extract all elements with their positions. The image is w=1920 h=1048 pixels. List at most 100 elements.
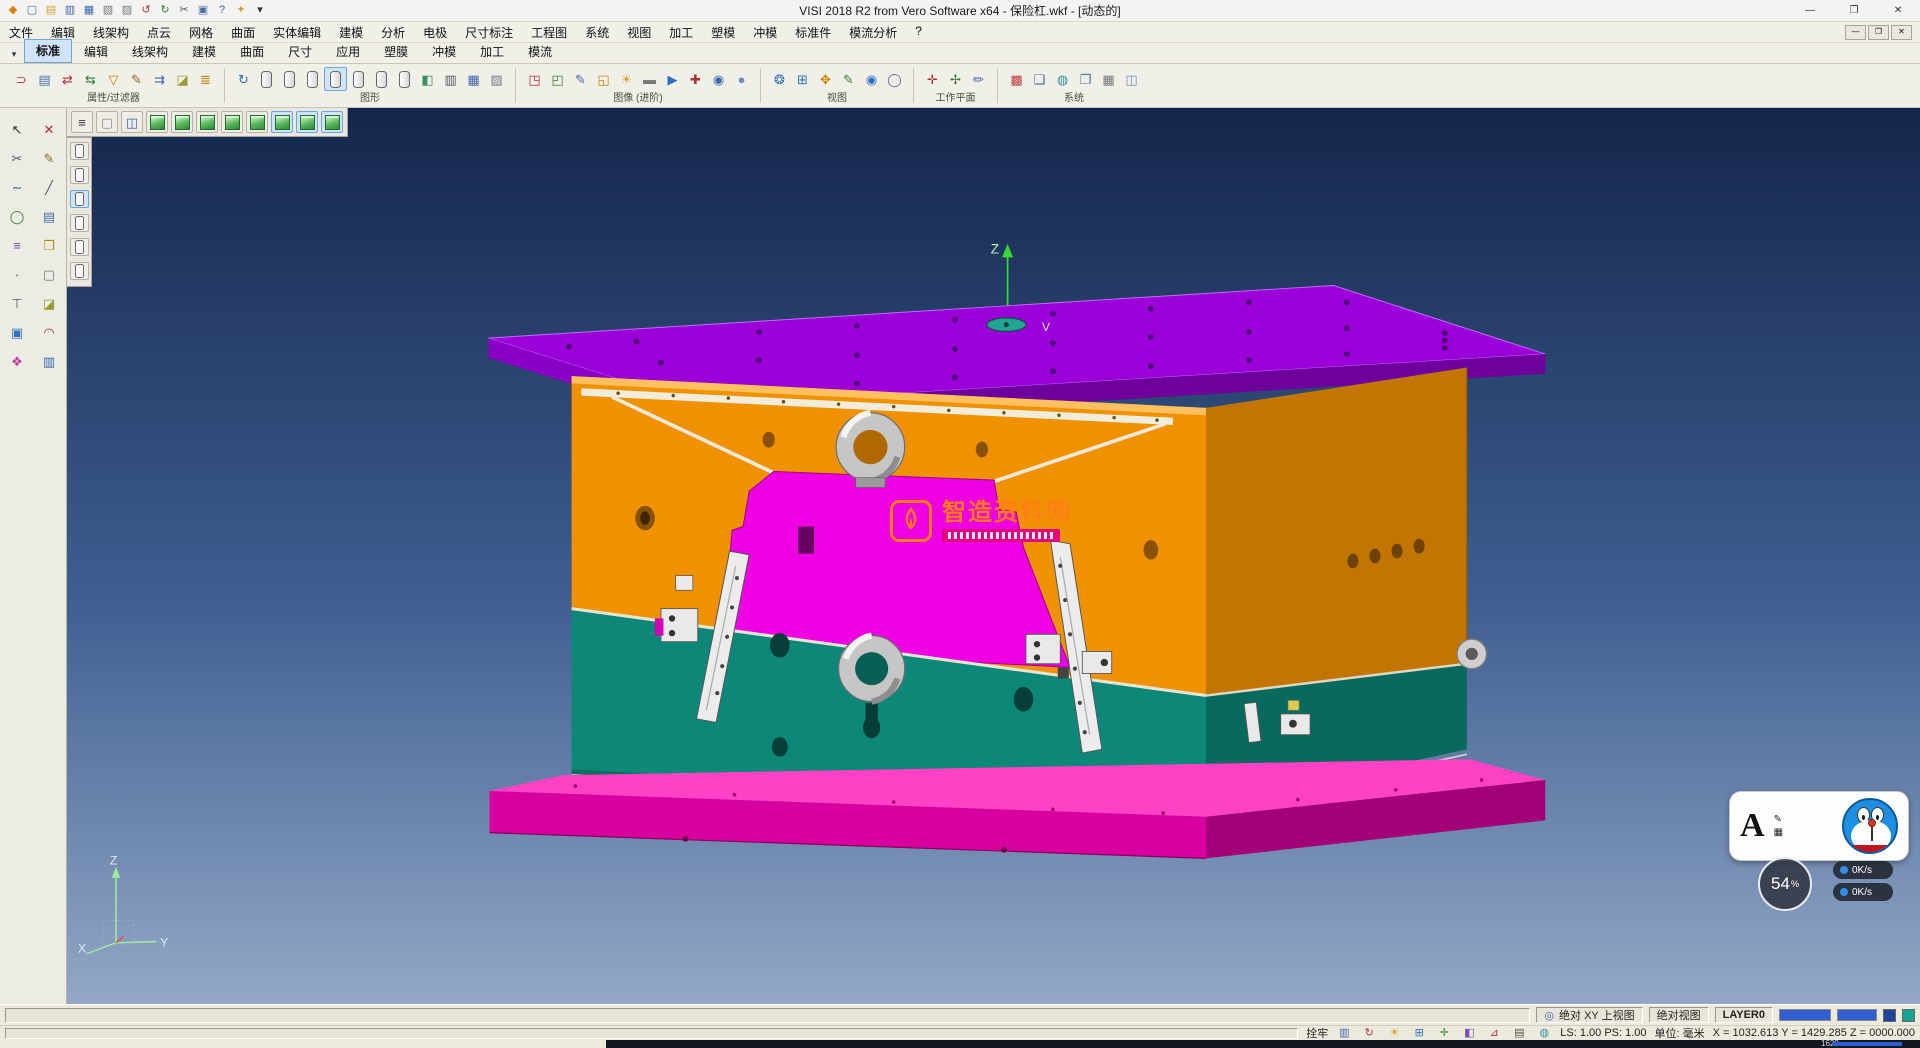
cut-icon[interactable]: ✂ bbox=[175, 2, 193, 20]
orbit-icon[interactable]: ◯ bbox=[883, 67, 906, 91]
cad-view-icon[interactable]: ◫ bbox=[1120, 67, 1143, 91]
background-color-swatch[interactable] bbox=[1902, 1009, 1915, 1022]
menu-item-14[interactable]: 视图 bbox=[618, 22, 660, 43]
tab-3[interactable]: 线架构 bbox=[120, 40, 180, 63]
zoom-window-icon[interactable]: ⊞ bbox=[791, 67, 814, 91]
status-save-icon[interactable]: ▥ bbox=[1336, 1027, 1352, 1040]
status-plane-icon[interactable]: ◧ bbox=[1461, 1027, 1477, 1040]
view-cube-back-icon[interactable] bbox=[171, 111, 193, 133]
layer-color-bar[interactable] bbox=[1779, 1009, 1831, 1021]
tab-1[interactable]: 标准 bbox=[24, 39, 72, 63]
edit-attribute-icon[interactable]: ✎ bbox=[125, 67, 148, 91]
model-canvas[interactable]: Z bbox=[67, 108, 1920, 1004]
visibility-icon[interactable]: ◉ bbox=[860, 67, 883, 91]
view-cube-iso1-icon[interactable] bbox=[271, 111, 293, 133]
circle-tool-icon[interactable]: ◯ bbox=[5, 205, 29, 227]
clipboard-tool-icon[interactable]: ▥ bbox=[37, 350, 61, 372]
material-icon[interactable]: ◰ bbox=[546, 67, 569, 91]
status-light-icon[interactable]: ☀ bbox=[1386, 1027, 1402, 1040]
color-settings-icon[interactable]: ▩ bbox=[1005, 67, 1028, 91]
close-button[interactable]: ✕ bbox=[1876, 0, 1920, 21]
view-cube-iso3-icon[interactable] bbox=[321, 111, 343, 133]
surface-tool-icon[interactable]: ❒ bbox=[37, 234, 61, 256]
layer-manager-icon[interactable]: ≣ bbox=[194, 67, 217, 91]
erase-attribute-icon[interactable]: ◪ bbox=[171, 67, 194, 91]
display-toggle-3[interactable] bbox=[70, 190, 89, 208]
view-cube-top-icon[interactable] bbox=[246, 111, 268, 133]
display-toggle-4[interactable] bbox=[70, 214, 89, 232]
display-toggle-5[interactable] bbox=[70, 238, 89, 256]
app-icon[interactable]: ◆ bbox=[4, 2, 22, 20]
point-tool-icon[interactable]: ∙ bbox=[5, 263, 29, 285]
print-icon[interactable]: ▧ bbox=[99, 2, 117, 20]
match-attribute-icon[interactable]: ⇉ bbox=[148, 67, 171, 91]
status-snap-icon[interactable]: ✛ bbox=[1436, 1027, 1452, 1040]
draft-analysis-icon[interactable]: ◧ bbox=[416, 67, 439, 91]
display-settings-icon[interactable]: ❑ bbox=[1028, 67, 1051, 91]
view-cube-left-icon[interactable] bbox=[196, 111, 218, 133]
3d-viewport[interactable]: Z bbox=[67, 108, 1920, 1004]
line-tool-icon[interactable]: ╱ bbox=[37, 176, 61, 198]
zebra-analysis-icon[interactable]: ▥ bbox=[439, 67, 462, 91]
input-assistant-panel[interactable]: A ✎▦ bbox=[1729, 791, 1909, 861]
menu-item-20[interactable]: ? bbox=[906, 22, 931, 43]
save-icon[interactable]: ▥ bbox=[61, 2, 79, 20]
mdi-close-button[interactable]: ✕ bbox=[1891, 25, 1912, 40]
info-icon[interactable]: ✦ bbox=[232, 2, 250, 20]
refresh-graphics-icon[interactable]: ↻ bbox=[232, 67, 255, 91]
quick-access-dropdown[interactable]: ▾ bbox=[251, 2, 269, 20]
render-settings-icon[interactable]: ◳ bbox=[523, 67, 546, 91]
viewport-menu-icon[interactable]: ≡ bbox=[71, 111, 93, 133]
status-grid-icon[interactable]: ⊞ bbox=[1411, 1027, 1427, 1040]
tab-2[interactable]: 编辑 bbox=[72, 40, 120, 63]
workplane-edit-icon[interactable]: ✏ bbox=[967, 67, 990, 91]
tab-4[interactable]: 建模 bbox=[180, 40, 228, 63]
arc-tool-icon[interactable]: ◠ bbox=[37, 321, 61, 343]
offset-tool-icon[interactable]: ≡ bbox=[5, 234, 29, 256]
menu-item-16[interactable]: 塑模 bbox=[702, 22, 744, 43]
section-view-icon[interactable] bbox=[393, 67, 416, 91]
open-file-icon[interactable]: ▤ bbox=[42, 2, 60, 20]
sphere-render-icon[interactable]: ● bbox=[730, 67, 753, 91]
pen-tool-icon[interactable]: ✎ bbox=[1774, 815, 1783, 825]
lock-label[interactable]: 拴牢 bbox=[1306, 1025, 1328, 1041]
edit-image-icon[interactable]: ✎ bbox=[569, 67, 592, 91]
minimize-button[interactable]: — bbox=[1788, 0, 1832, 21]
tab-5[interactable]: 曲面 bbox=[228, 40, 276, 63]
tab-9[interactable]: 冲模 bbox=[420, 40, 468, 63]
palette-tool-icon[interactable]: ❖ bbox=[5, 350, 29, 372]
deselect-tool-icon[interactable]: ✕ bbox=[37, 118, 61, 140]
display-toggle-2[interactable] bbox=[70, 166, 89, 184]
dynamic-hidden-view-icon[interactable] bbox=[324, 67, 347, 91]
menu-item-19[interactable]: 模流分析 bbox=[840, 22, 906, 43]
transparent-view-icon[interactable] bbox=[347, 67, 370, 91]
note-tool-icon[interactable]: ▤ bbox=[37, 205, 61, 227]
wireframe-view-icon[interactable] bbox=[278, 67, 301, 91]
current-color-swatch[interactable] bbox=[1883, 1009, 1896, 1022]
transfer-attributes-icon[interactable]: ⇆ bbox=[79, 67, 102, 91]
select-tool-icon[interactable]: ↖ bbox=[5, 118, 29, 140]
curvature-analysis-icon[interactable]: ▦ bbox=[462, 67, 485, 91]
window-settings-icon[interactable]: ❐ bbox=[1074, 67, 1097, 91]
tab-7[interactable]: 应用 bbox=[324, 40, 372, 63]
undo-icon[interactable]: ↺ bbox=[137, 2, 155, 20]
copy-icon[interactable]: ▣ bbox=[194, 2, 212, 20]
measure-icon[interactable]: ✎ bbox=[837, 67, 860, 91]
hatch-display-icon[interactable]: ▨ bbox=[485, 67, 508, 91]
curve-tool-icon[interactable]: ∼ bbox=[5, 176, 29, 198]
status-axis-icon[interactable]: ⊿ bbox=[1486, 1027, 1502, 1040]
battery-percent-indicator[interactable]: 54% bbox=[1758, 857, 1812, 911]
menu-item-13[interactable]: 系统 bbox=[576, 22, 618, 43]
sheet-tool-icon[interactable]: ▢ bbox=[37, 263, 61, 285]
view-arrow-icon[interactable]: ▶ bbox=[661, 67, 684, 91]
absolute-view-segment[interactable]: 绝对视图 bbox=[1649, 1007, 1709, 1023]
trim-tool-icon[interactable]: ✂ bbox=[5, 147, 29, 169]
tab-10[interactable]: 加工 bbox=[468, 40, 516, 63]
view-cube-right-icon[interactable] bbox=[221, 111, 243, 133]
shaded-view-icon[interactable] bbox=[255, 67, 278, 91]
swap-entities-icon[interactable]: ⇄ bbox=[56, 67, 79, 91]
status-world-icon[interactable]: ◍ bbox=[1536, 1027, 1552, 1040]
attribute-magnet-icon[interactable]: ⊃ bbox=[10, 67, 33, 91]
viewport-display-mode-icon[interactable]: ◫ bbox=[121, 111, 143, 133]
workplane-align-icon[interactable]: ✢ bbox=[944, 67, 967, 91]
